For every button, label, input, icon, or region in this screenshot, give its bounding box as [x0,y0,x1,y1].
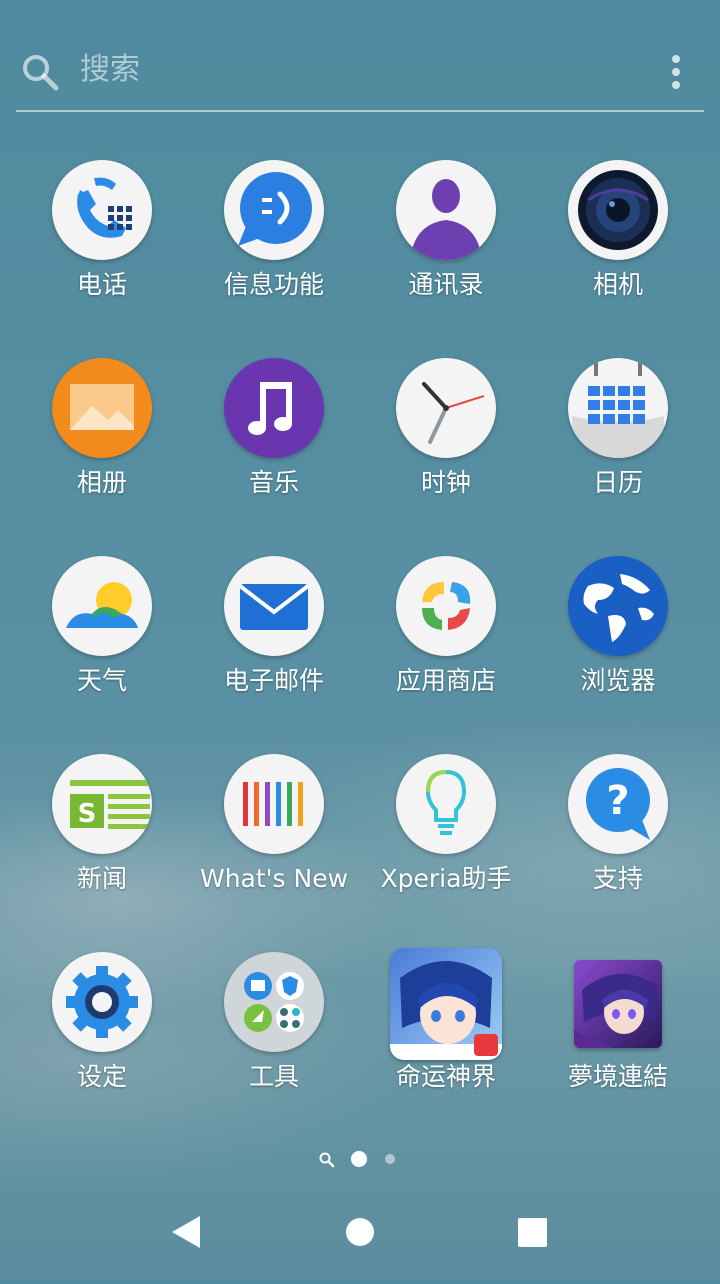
weather-icon [52,556,152,656]
page-dot[interactable] [385,1154,395,1164]
app-calendar[interactable]: 日历 [532,358,704,528]
app-game-1[interactable]: 命运神界 [360,948,532,1122]
app-label: What's New [199,864,349,893]
phone-icon [52,160,152,260]
app-browser[interactable]: 浏览器 [532,556,704,726]
svg-text:S: S [78,799,97,829]
app-settings[interactable]: 设定 [16,952,188,1122]
recents-icon[interactable] [518,1218,547,1247]
app-whats-new[interactable]: What's New [188,754,360,924]
support-icon: ? [568,754,668,854]
page-dot-active[interactable] [351,1151,367,1167]
app-email[interactable]: 电子邮件 [188,556,360,726]
search-input[interactable]: 搜索 [80,50,140,90]
app-label: 新闻 [76,864,127,893]
app-camera[interactable]: 相机 [532,160,704,330]
app-clock[interactable]: 时钟 [360,358,532,528]
app-label: 设定 [76,1062,127,1091]
app-store[interactable]: 应用商店 [360,556,532,726]
whats-new-icon [224,754,324,854]
app-messaging[interactable]: 信息功能 [188,160,360,330]
app-label: 时钟 [420,468,471,497]
app-tools-folder[interactable]: 工具 [188,952,360,1122]
app-contacts[interactable]: 通讯录 [360,160,532,330]
app-game-2[interactable]: 夢境連結 [532,952,704,1122]
album-icon [52,358,152,458]
app-label: 天气 [76,666,127,695]
camera-icon [568,160,668,260]
app-store-icon [396,556,496,656]
app-label: 浏览器 [580,666,656,695]
app-label: 日历 [592,468,643,497]
search-page-icon[interactable] [319,1152,335,1168]
app-xperia-assist[interactable]: Xperia助手 [360,754,532,924]
game-icon [390,948,502,1060]
xperia-assist-icon [396,754,496,854]
browser-icon [568,556,668,656]
more-vert-icon[interactable] [670,54,682,90]
app-weather[interactable]: 天气 [16,556,188,726]
game-icon [574,960,662,1048]
calendar-icon [568,358,668,458]
app-label: 相册 [76,468,127,497]
search-icon[interactable] [20,52,60,92]
app-label: 夢境連結 [567,1062,668,1091]
app-label: 信息功能 [223,270,324,299]
home-icon[interactable] [346,1218,374,1246]
back-icon[interactable] [172,1216,200,1248]
navigation-bar [0,1190,720,1280]
app-label: 支持 [592,864,643,893]
app-label: 工具 [248,1062,299,1091]
app-label: 电子邮件 [223,666,324,695]
app-label: Xperia助手 [380,864,512,893]
app-label: 应用商店 [395,666,496,695]
app-label: 命运神界 [395,1062,496,1091]
settings-icon [52,952,152,1052]
email-icon [224,556,324,656]
news-icon: S [52,754,152,854]
contacts-icon [396,160,496,260]
messaging-icon [224,160,324,260]
svg-text:?: ? [606,778,629,824]
app-label: 电话 [76,270,127,299]
tools-folder-icon [224,952,324,1052]
app-album[interactable]: 相册 [16,358,188,528]
clock-icon [396,358,496,458]
app-label: 音乐 [248,468,299,497]
app-label: 通讯录 [408,270,484,299]
search-bar[interactable]: 搜索 [16,40,704,112]
app-phone[interactable]: 电话 [16,160,188,330]
app-news[interactable]: S 新闻 [16,754,188,924]
app-label: 相机 [592,270,643,299]
page-indicator [0,1150,720,1170]
app-music[interactable]: 音乐 [188,358,360,528]
music-icon [224,358,324,458]
app-support[interactable]: ? 支持 [532,754,704,924]
